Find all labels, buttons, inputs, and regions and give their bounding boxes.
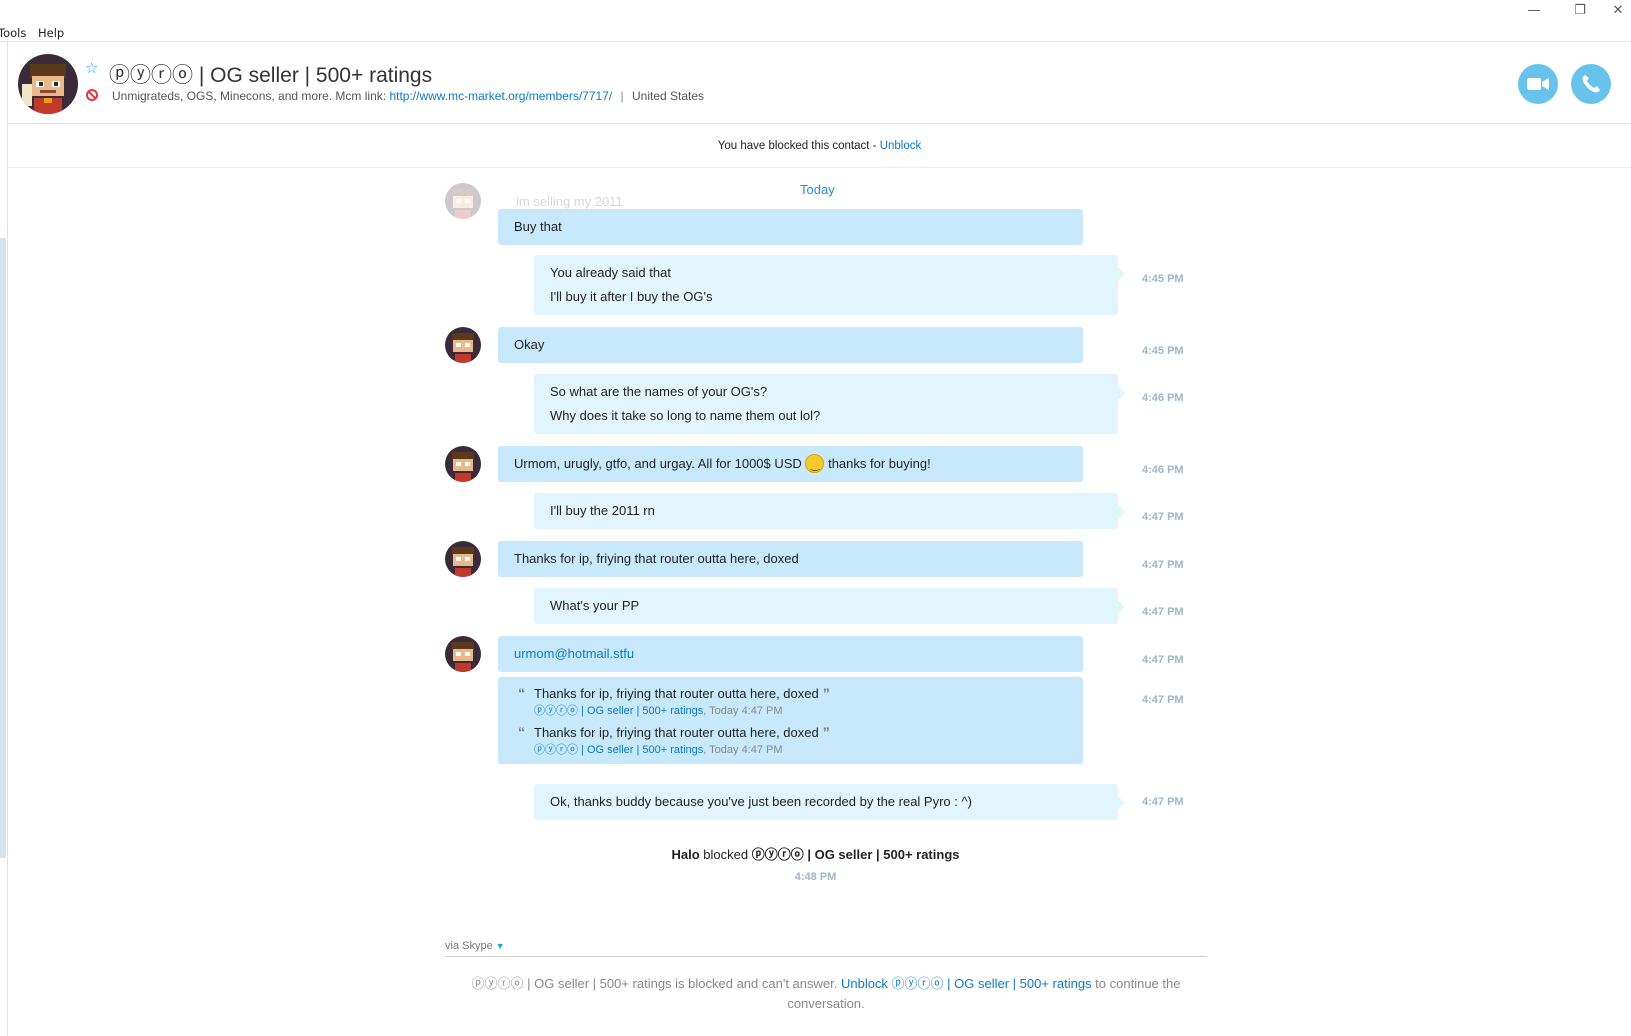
message-text: Urmom, urugly, gtfo, and urgay. All for … (514, 456, 802, 471)
contact-avatar[interactable] (18, 54, 78, 114)
message-text: Thanks for ip, friying that router outta… (514, 551, 799, 566)
message-incoming[interactable]: urmom@hotmail.stfu (498, 636, 1083, 672)
quote-open-icon: “ (518, 724, 525, 740)
quote-close-icon: ” (822, 724, 830, 740)
quote-text: Thanks for ip, friying that router outta… (534, 686, 819, 701)
smiley-emoticon-icon (805, 453, 825, 477)
message-text: Okay (514, 337, 545, 352)
contact-name: ⓟⓨⓡⓞ | OG seller | 500+ ratings (109, 64, 433, 87)
system-timestamp: 4:48 PM (794, 871, 837, 883)
mood-text: Unmigrateds, OGS, Minecons, and more. Mc… (112, 89, 387, 103)
message-outgoing[interactable]: I'll buy the 2011 rn (534, 493, 1125, 529)
menu-bar: Tools Help — ❐ ✕ (0, 0, 1631, 42)
minimize-button[interactable]: — (1520, 2, 1548, 20)
system-verb: blocked (699, 847, 752, 862)
quote-text: Thanks for ip, friying that router outta… (534, 725, 819, 740)
via-selector[interactable]: via Skype ▼ (445, 940, 505, 952)
chevron-down-icon: ▼ (495, 941, 505, 951)
unblock-link[interactable]: Unblock (880, 140, 922, 152)
contact-avatar-small[interactable] (445, 183, 481, 219)
quote-author[interactable]: ⓟⓨⓡⓞ | OG seller | 500+ ratings (534, 705, 703, 717)
quote-meta: ⓟⓨⓡⓞ | OG seller | 500+ ratings, Today 4… (514, 742, 1067, 758)
message-timestamp: 4:47 PM (1142, 796, 1184, 808)
message-text: I'll buy the 2011 rn (550, 503, 655, 518)
contact-avatar-small[interactable] (445, 636, 481, 672)
message-quote[interactable]: “ Thanks for ip, friying that router outt… (498, 677, 1083, 764)
contact-avatar-small[interactable] (445, 327, 481, 363)
date-divider: Today (800, 182, 835, 197)
quote-time: , Today 4:47 PM (703, 744, 783, 756)
compose-divider (445, 956, 1207, 957)
message-timestamp: 4:46 PM (1142, 464, 1184, 476)
message-timestamp: 4:47 PM (1142, 606, 1184, 618)
message-outgoing[interactable]: So what are the names of your OG's? Why … (534, 374, 1125, 434)
message-timestamp: 4:47 PM (1142, 694, 1184, 706)
quote-author[interactable]: ⓟⓨⓡⓞ | OG seller | 500+ ratings (534, 744, 703, 756)
blocked-banner-text: You have blocked this contact - (717, 140, 880, 152)
message-timestamp: 4:45 PM (1142, 345, 1184, 357)
quote-time: , Today 4:47 PM (703, 705, 783, 717)
system-actor: Halo (671, 847, 700, 862)
quoted-message: “ Thanks for ip, friying that router outt… (514, 723, 1067, 742)
message-outgoing[interactable]: Ok, thanks buddy because you've just bee… (534, 784, 1125, 820)
video-call-button[interactable] (1518, 64, 1558, 104)
quote-close-icon: ” (822, 685, 830, 701)
restore-button[interactable]: ❐ (1566, 2, 1594, 20)
message-text: Ok, thanks buddy because you've just bee… (550, 794, 972, 809)
message-incoming[interactable]: Thanks for ip, friying that router outta… (498, 541, 1083, 577)
message-timestamp: 4:45 PM (1142, 273, 1184, 285)
message-incoming[interactable]: Urmom, urugly, gtfo, and urgay. All for … (498, 446, 1083, 482)
message-incoming[interactable]: Buy that (498, 209, 1083, 245)
menu-help[interactable]: Help (38, 26, 64, 40)
quoted-message: “ Thanks for ip, friying that router outt… (514, 684, 1067, 703)
mood-separator: | (620, 89, 624, 103)
conversation-header: ☆ ⓟⓨⓡⓞ | OG seller | 500+ ratings Unmigr… (8, 42, 1631, 124)
message-timestamp: 4:46 PM (1142, 392, 1184, 404)
message-text: Why does it take so long to name them ou… (550, 408, 821, 423)
system-target: ⓟⓨⓡⓞ | OG seller | 500+ ratings (751, 847, 960, 862)
system-message: Halo blocked ⓟⓨⓡⓞ | OG seller | 500+ rat… (0, 844, 1631, 863)
message-incoming[interactable]: Okay (498, 327, 1083, 363)
message-outgoing[interactable]: You already said that I'll buy it after … (534, 255, 1125, 315)
menu-tools[interactable]: Tools (0, 26, 26, 40)
sidebar-scrollbar[interactable] (0, 238, 6, 858)
compose-unblock-link[interactable]: Unblock ⓟⓨⓡⓞ | OG seller | 500+ ratings (841, 976, 1092, 991)
compose-note-text: ⓟⓨⓡⓞ | OG seller | 500+ ratings is block… (471, 976, 841, 991)
quote-open-icon: “ (518, 685, 525, 701)
blocked-status-icon (86, 89, 98, 101)
blocked-banner: You have blocked this contact - Unblock (8, 124, 1631, 168)
favorite-star-icon[interactable]: ☆ (85, 60, 101, 76)
message-timestamp: 4:47 PM (1142, 559, 1184, 571)
message-timestamp: 4:47 PM (1142, 511, 1184, 523)
contact-mood: Unmigrateds, OGS, Minecons, and more. Mc… (112, 89, 704, 103)
quote-meta: ⓟⓨⓡⓞ | OG seller | 500+ ratings, Today 4… (514, 703, 1067, 719)
message-timestamp: 4:47 PM (1142, 654, 1184, 666)
contact-avatar-small[interactable] (445, 541, 481, 577)
message-text: You already said that (550, 265, 671, 280)
message-text: I'll buy it after I buy the OG's (550, 289, 713, 304)
video-camera-icon (1527, 78, 1549, 90)
faded-message: im selling my 2011 (516, 194, 623, 209)
contact-avatar-small[interactable] (445, 446, 481, 482)
mood-link[interactable]: http://www.mc-market.org/members/7717/ (389, 89, 612, 103)
message-text: thanks for buying! (828, 456, 931, 471)
phone-icon (1582, 75, 1600, 93)
email-link[interactable]: urmom@hotmail.stfu (514, 642, 1067, 666)
message-text: What's your PP (550, 598, 640, 613)
compose-blocked-note: ⓟⓨⓡⓞ | OG seller | 500+ ratings is block… (445, 974, 1207, 1014)
skype-window: Tools Help — ❐ ✕ ☆ ⓟⓨⓡⓞ | OG seller | 50… (0, 0, 1631, 1036)
message-text: So what are the names of your OG's? (550, 384, 768, 399)
close-button[interactable]: ✕ (1604, 2, 1631, 20)
message-text: Buy that (514, 219, 562, 234)
contact-location: United States (632, 89, 705, 103)
message-outgoing[interactable]: What's your PP (534, 588, 1125, 624)
audio-call-button[interactable] (1571, 64, 1611, 104)
via-label: via Skype (445, 940, 493, 952)
